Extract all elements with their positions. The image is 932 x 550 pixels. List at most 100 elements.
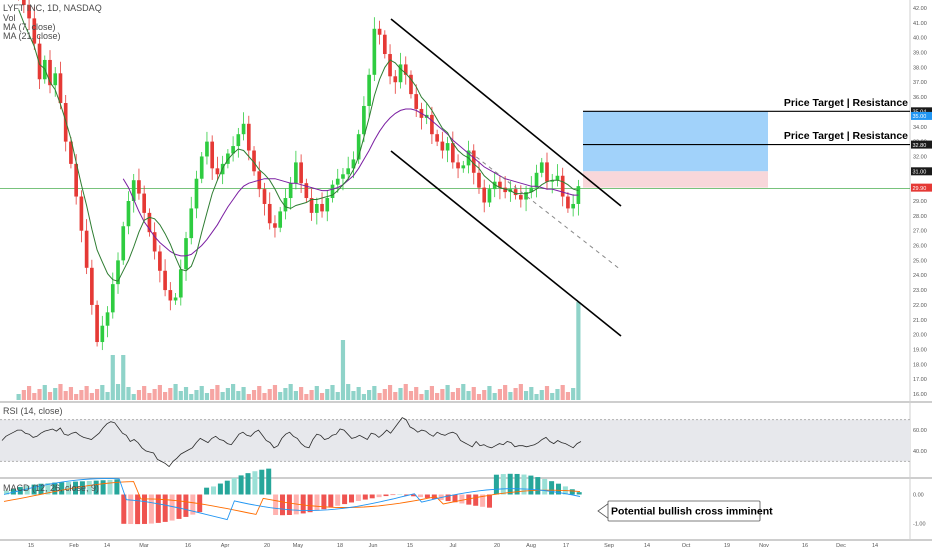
time-tick-label: 14 [104, 543, 110, 549]
price-tick-label: 23.00 [913, 288, 927, 294]
volume-bar [398, 388, 403, 400]
macd-histogram-bar [114, 479, 120, 495]
volume-bar [382, 389, 387, 400]
volume-bar [555, 389, 560, 400]
candle-body [320, 203, 324, 212]
volume-bar [482, 390, 487, 400]
volume-bar [204, 393, 210, 400]
candle-body [142, 193, 147, 213]
volume-bar [314, 386, 319, 400]
macd-histogram-bar [390, 494, 396, 496]
price-badge-label: 31.00 [913, 170, 927, 176]
candle-body [314, 203, 319, 213]
price-tick-label: 21.00 [913, 318, 927, 324]
candle-body [456, 162, 460, 169]
time-tick-label: 19 [724, 543, 730, 549]
volume-bar [131, 394, 136, 400]
macd-histogram-bar [266, 468, 272, 495]
macd-histogram-bar [355, 494, 361, 501]
candle-body [58, 73, 63, 104]
volume-bar [492, 393, 497, 400]
volume-bar [16, 394, 21, 400]
time-tick-label: 18 [337, 543, 343, 549]
macd-histogram-bar [507, 473, 513, 495]
time-tick-label: Jun [369, 543, 378, 549]
volume-bar [424, 390, 429, 400]
volume-bar [251, 390, 257, 400]
macd-histogram-bar [576, 492, 582, 495]
macd-histogram-bar [211, 486, 216, 495]
macd-histogram-bar [204, 487, 210, 495]
candle-body [519, 195, 523, 200]
candle-body [335, 178, 340, 185]
candle-body [215, 168, 220, 175]
volume-bar [100, 385, 105, 400]
volume-bar [565, 392, 571, 400]
macd-histogram-bar [183, 494, 189, 517]
price-tick-label: 40.00 [913, 36, 927, 42]
volume-bar [89, 393, 94, 400]
price-tick-label: 18.00 [913, 362, 927, 368]
volume-bar [340, 340, 346, 400]
chart-canvas[interactable]: 42.00 41.00 40.00 39.00 38.00 37.00 36.00 35.00… [0, 0, 932, 550]
volume-bar [550, 393, 555, 400]
time-tick-label: 16 [802, 543, 808, 549]
volume-bar [210, 389, 215, 400]
volume-bar [440, 389, 445, 400]
ma7-line [18, 9, 579, 282]
candle-body [241, 123, 246, 135]
volume-bar [576, 302, 581, 400]
macd-histogram-bar [107, 479, 113, 495]
candle-body [545, 162, 549, 182]
candle-body [450, 143, 455, 163]
candle-body [299, 162, 303, 184]
macd-histogram-bar [349, 494, 354, 503]
candle-body [477, 172, 481, 188]
macd-histogram-bar [307, 494, 313, 513]
target-annotation-1: Price Target | Resistance [784, 97, 908, 109]
volume-bar [325, 389, 330, 400]
volume-bar [450, 392, 455, 400]
price-tick-label: 26.00 [913, 244, 927, 250]
volume-bar [136, 390, 142, 400]
volume-bar [142, 386, 147, 400]
volume-bar [178, 391, 183, 400]
volume-bar [476, 394, 482, 400]
time-tick-label: May [293, 543, 304, 549]
time-tick-label: 15 [28, 543, 34, 549]
volume-bar [560, 385, 565, 400]
macd-histogram-bar [473, 494, 479, 506]
volume-bar [335, 392, 340, 400]
volume-bar [236, 391, 241, 400]
macd-histogram-bar [238, 475, 244, 495]
rsi-tick-label: 40.00 [913, 449, 927, 455]
candle-body [84, 230, 89, 268]
candle-body [194, 178, 199, 209]
candle-body [294, 162, 298, 184]
volume-bar [283, 388, 288, 400]
candle-body [288, 183, 293, 199]
candle-body [560, 175, 565, 197]
time-tick-label: Aug [526, 543, 536, 549]
macd-histogram-bar [169, 494, 175, 521]
volume-bar [529, 387, 534, 400]
candle-body [262, 189, 267, 204]
volume-bar [319, 393, 325, 400]
candle-body [110, 284, 115, 313]
volume-bar [299, 387, 304, 400]
macd-histogram-bar [224, 480, 230, 495]
macd-annotation: Potential bullish cross imminent [611, 506, 773, 518]
volume-bar [220, 392, 225, 400]
volume-bar [346, 384, 351, 400]
rsi-title: RSI (14, close) [3, 406, 63, 416]
price-tick-label: 16.00 [913, 392, 927, 398]
volume-bar [534, 394, 539, 400]
rsi-tick-label: 60.00 [913, 428, 927, 434]
volume-bar [461, 384, 466, 400]
volume-bar [173, 384, 178, 400]
macd-histogram-bar [280, 494, 285, 516]
candle-body [330, 184, 335, 199]
candle-body [341, 174, 345, 179]
volume-bar [377, 393, 382, 400]
volume-bar [152, 389, 157, 400]
